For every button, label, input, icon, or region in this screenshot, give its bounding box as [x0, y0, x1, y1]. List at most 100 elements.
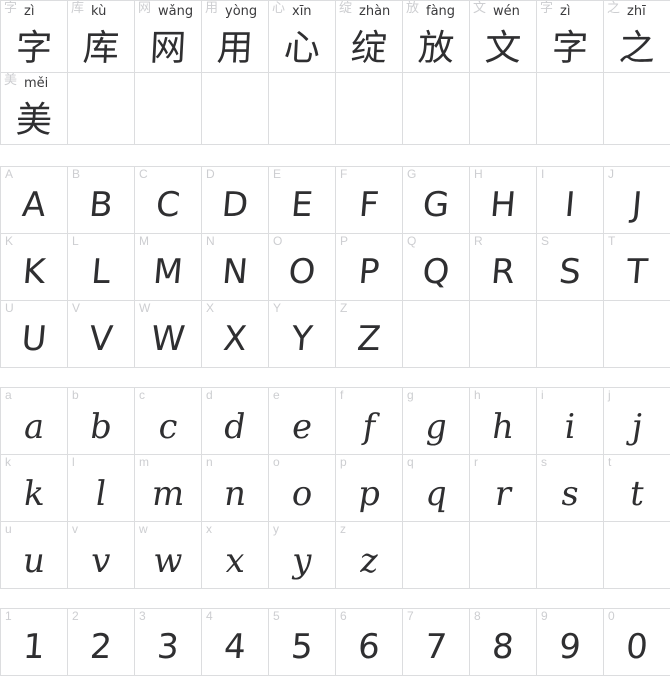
specimen-row: 美 měi 美: [1, 73, 670, 145]
cell-reference-label: 网: [138, 1, 152, 15]
sample-glyph: G: [421, 185, 451, 225]
sample-glyph: N: [220, 252, 250, 292]
sample-glyph: h: [491, 407, 515, 447]
specimen-cell: gg: [403, 388, 470, 455]
sample-glyph: k: [22, 474, 45, 514]
sample-glyph: 0: [624, 627, 650, 667]
sample-glyph: X: [221, 319, 249, 359]
sample-glyph: 4: [222, 627, 248, 667]
specimen-cell: RR: [470, 234, 537, 301]
specimen-cell-empty: [202, 73, 269, 145]
specimen-cell: GG: [403, 167, 470, 234]
specimen-cell: TT: [604, 234, 670, 301]
cell-reference-label: m: [139, 455, 149, 469]
specimen-cell: WW: [135, 301, 202, 368]
cell-reference-label: u: [5, 522, 12, 536]
sample-glyph: 心: [282, 28, 322, 69]
specimen-cell-empty: [403, 73, 470, 145]
pinyin-reading: fàng: [426, 4, 456, 19]
cell-reference-label: R: [474, 234, 483, 248]
cell-reference-label: 心: [272, 1, 286, 15]
pinyin-reading: zì: [560, 4, 571, 19]
sample-glyph: t: [629, 474, 645, 514]
sample-glyph: S: [557, 252, 583, 292]
sample-glyph: b: [89, 407, 113, 447]
specimen-cell: KK: [1, 234, 68, 301]
specimen-cell-empty: [68, 73, 135, 145]
specimen-cell-empty: [336, 73, 403, 145]
sample-glyph: 8: [490, 627, 516, 667]
specimen-cell: 放 fàng 放: [403, 1, 470, 73]
cell-reference-label: B: [72, 167, 81, 181]
sample-glyph: q: [424, 474, 448, 514]
section-divider-gap: [0, 145, 670, 166]
specimen-cell: HH: [470, 167, 537, 234]
specimen-cell: 00: [604, 609, 670, 676]
specimen-row: AABBCCDDEEFFGGHHIIJJ: [1, 167, 670, 234]
specimen-cell-empty: [537, 73, 604, 145]
cell-reference-label: c: [139, 388, 145, 402]
specimen-cell: ii: [537, 388, 604, 455]
cell-reference-label: q: [407, 455, 414, 469]
cell-reference-label: V: [72, 301, 81, 315]
section-divider-gap: [0, 368, 670, 387]
cell-reference-label: s: [541, 455, 547, 469]
cell-reference-label: H: [474, 167, 483, 181]
specimen-cell: 55: [269, 609, 336, 676]
pinyin-reading: kù: [91, 4, 107, 19]
cell-reference-label: T: [608, 234, 616, 248]
cell-reference-label: t: [608, 455, 612, 469]
sample-glyph: Y: [289, 319, 315, 359]
specimen-cell: tt: [604, 455, 670, 522]
pinyin-reading: měi: [24, 76, 49, 91]
cell-reference-label: j: [608, 388, 611, 402]
specimen-cell-empty: [537, 522, 604, 589]
sample-glyph: 9: [557, 627, 583, 667]
uppercase-latin-section: AABBCCDDEEFFGGHHIIJJKKLLMMNNOOPPQQRRSSTT…: [0, 166, 670, 368]
sample-glyph: 文: [483, 28, 523, 69]
specimen-cell: qq: [403, 455, 470, 522]
sample-glyph: v: [90, 541, 112, 581]
cell-reference-label: a: [5, 388, 12, 402]
sample-glyph: 7: [423, 627, 449, 667]
cell-reference-label: U: [5, 301, 14, 315]
specimen-cell: 绽 zhàn 绽: [336, 1, 403, 73]
sample-glyph: e: [291, 407, 313, 447]
cell-reference-label: x: [206, 522, 212, 536]
specimen-cell: JJ: [604, 167, 670, 234]
specimen-cell: QQ: [403, 234, 470, 301]
cell-reference-label: v: [72, 522, 78, 536]
cell-reference-label: 放: [406, 1, 420, 15]
cell-reference-label: 绽: [339, 1, 353, 15]
specimen-cell: 77: [403, 609, 470, 676]
sample-glyph: 6: [356, 627, 382, 667]
sample-glyph: H: [488, 185, 518, 225]
sample-glyph: Z: [355, 319, 383, 359]
sample-glyph: L: [89, 252, 113, 292]
specimen-cell: ww: [135, 522, 202, 589]
sample-glyph: 1: [21, 627, 47, 667]
sample-glyph: 绽: [349, 28, 389, 69]
specimen-cell-empty: [537, 301, 604, 368]
sample-glyph: T: [624, 252, 650, 292]
specimen-cell: 用 yòng 用: [202, 1, 269, 73]
cell-reference-label: h: [474, 388, 481, 402]
cell-reference-label: 3: [139, 609, 146, 623]
specimen-cell: 22: [68, 609, 135, 676]
specimen-cell: 字 zì 字: [537, 1, 604, 73]
cell-reference-label: f: [340, 388, 344, 402]
specimen-cell: uu: [1, 522, 68, 589]
sample-glyph: s: [560, 474, 580, 514]
specimen-cell: ee: [269, 388, 336, 455]
specimen-cell-empty: [470, 522, 537, 589]
pinyin-reading: zhàn: [359, 4, 391, 19]
sample-glyph: d: [223, 407, 247, 447]
cell-reference-label: 8: [474, 609, 481, 623]
sample-glyph: l: [94, 474, 108, 514]
sample-glyph: x: [224, 541, 246, 581]
lowercase-latin-section: aabbccddeeffgghhiijjkkllmmnnooppqqrrsstt…: [0, 387, 670, 589]
specimen-cell: MM: [135, 234, 202, 301]
cell-reference-label: K: [5, 234, 14, 248]
sample-glyph: P: [356, 252, 381, 292]
sample-glyph: j: [631, 407, 643, 447]
